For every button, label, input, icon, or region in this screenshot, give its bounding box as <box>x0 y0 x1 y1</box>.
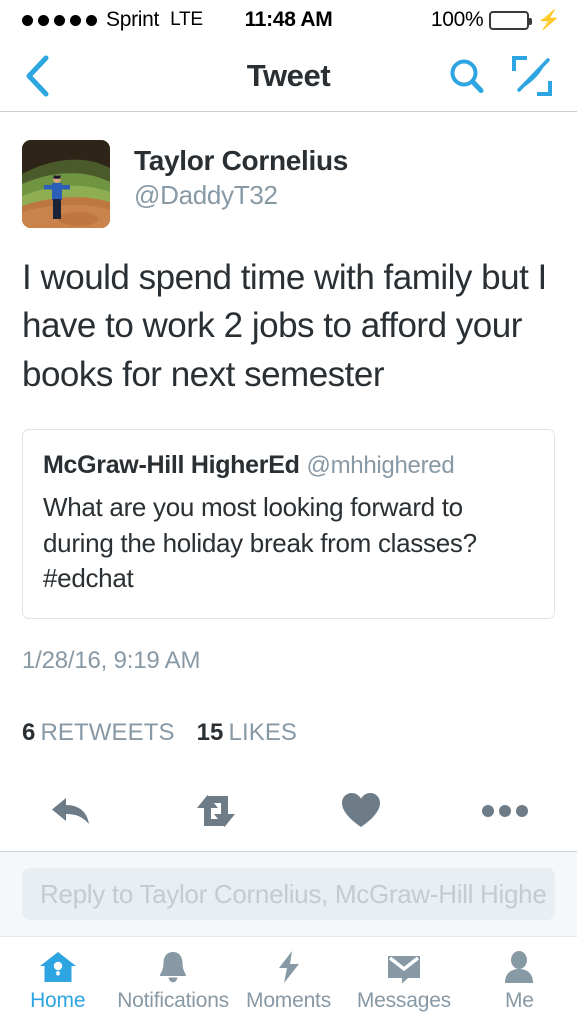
tweet-action-bar <box>0 769 577 853</box>
battery-percent-label: 100% <box>430 8 484 31</box>
reply-button[interactable] <box>0 791 144 831</box>
search-icon <box>450 59 484 93</box>
retweet-button[interactable] <box>144 791 288 831</box>
likes-label: LIKES <box>228 719 298 747</box>
retweets-stat[interactable]: 6 RETWEETS <box>22 719 175 746</box>
chevron-left-icon <box>26 55 49 96</box>
reply-placeholder: Reply to Taylor Cornelius, McGraw-Hill H… <box>40 878 547 909</box>
more-options-button[interactable] <box>433 791 577 831</box>
charging-bolt-icon: ⚡ <box>537 9 561 31</box>
tab-notifications-label: Notifications <box>117 989 229 1012</box>
author-handle: @DaddyT32 <box>134 179 278 210</box>
retweets-count: 6 <box>22 719 36 747</box>
status-bar-left: Sprint LTE <box>22 8 203 32</box>
likes-count: 15 <box>196 719 224 747</box>
reply-composer-zone: Reply to Taylor Cornelius, McGraw-Hill H… <box>0 852 577 936</box>
carrier-label: Sprint <box>106 8 160 31</box>
compose-tweet-button[interactable] <box>511 55 553 97</box>
retweet-icon <box>197 795 236 828</box>
tweet-text: I would spend time with family but I hav… <box>22 258 547 394</box>
more-dots-icon <box>481 805 528 818</box>
signal-strength-dots-icon <box>22 14 97 26</box>
tab-moments[interactable]: Moments <box>231 948 346 1013</box>
like-heart-icon <box>341 793 380 828</box>
tab-home-label: Home <box>30 989 86 1012</box>
tab-me-label: Me <box>504 989 534 1012</box>
search-button[interactable] <box>447 56 487 96</box>
bottom-tab-bar: Home Notifications Moments Messages Me <box>0 936 577 1024</box>
tab-messages-label: Messages <box>356 989 451 1012</box>
compose-quill-icon <box>512 55 552 96</box>
retweets-label: RETWEETS <box>40 719 175 747</box>
quoted-author-name: McGraw-Hill HigherEd <box>43 450 300 479</box>
bell-icon <box>156 948 190 984</box>
author-name: Taylor Cornelius <box>134 145 349 176</box>
quoted-tweet-card[interactable]: McGraw-Hill HigherEd @mhhighered What are… <box>22 428 555 620</box>
avatar[interactable] <box>22 140 110 228</box>
quoted-tweet-header: McGraw-Hill HigherEd @mhhighered <box>43 450 534 481</box>
tweet-timestamp: 1/28/16, 9:19 AM <box>22 647 201 675</box>
tab-messages[interactable]: Messages <box>346 948 461 1013</box>
reply-icon <box>52 798 90 825</box>
back-button[interactable] <box>24 53 58 99</box>
tab-moments-label: Moments <box>246 989 331 1012</box>
quoted-tweet-text: What are you most looking forward to dur… <box>43 492 477 593</box>
lightning-bolt-icon <box>276 948 302 984</box>
author-block: Taylor Cornelius @DaddyT32 <box>134 140 348 211</box>
like-button[interactable] <box>289 791 433 831</box>
tab-home[interactable]: Home <box>0 948 115 1013</box>
twitter-tweet-detail-screen: Sprint LTE 11:48 AM 100% ⚡ Tweet Taylor … <box>0 0 577 1024</box>
tweet-stats-row: 6 RETWEETS 15 LIKES <box>0 697 577 747</box>
status-bar-right: 100% ⚡ <box>431 8 561 32</box>
quoted-author-handle: @mhhighered <box>306 451 455 479</box>
tweet-detail-content: Taylor Cornelius @DaddyT32 I would spend… <box>0 112 577 936</box>
tweet-author-row[interactable]: Taylor Cornelius @DaddyT32 <box>0 112 577 228</box>
envelope-icon <box>386 948 422 984</box>
baseball-field-avatar-image <box>22 140 110 228</box>
nav-actions <box>447 55 553 97</box>
tab-notifications[interactable]: Notifications <box>115 948 230 1013</box>
status-bar: Sprint LTE 11:48 AM 100% ⚡ <box>0 0 577 40</box>
navigation-bar: Tweet <box>0 40 577 112</box>
tab-me[interactable]: Me <box>462 948 577 1013</box>
reply-input[interactable]: Reply to Taylor Cornelius, McGraw-Hill H… <box>22 868 555 921</box>
home-birdhouse-icon <box>39 948 77 984</box>
network-type-label: LTE <box>170 9 203 30</box>
battery-icon <box>489 10 533 30</box>
person-icon <box>503 948 535 984</box>
likes-stat[interactable]: 15 LIKES <box>197 719 297 746</box>
